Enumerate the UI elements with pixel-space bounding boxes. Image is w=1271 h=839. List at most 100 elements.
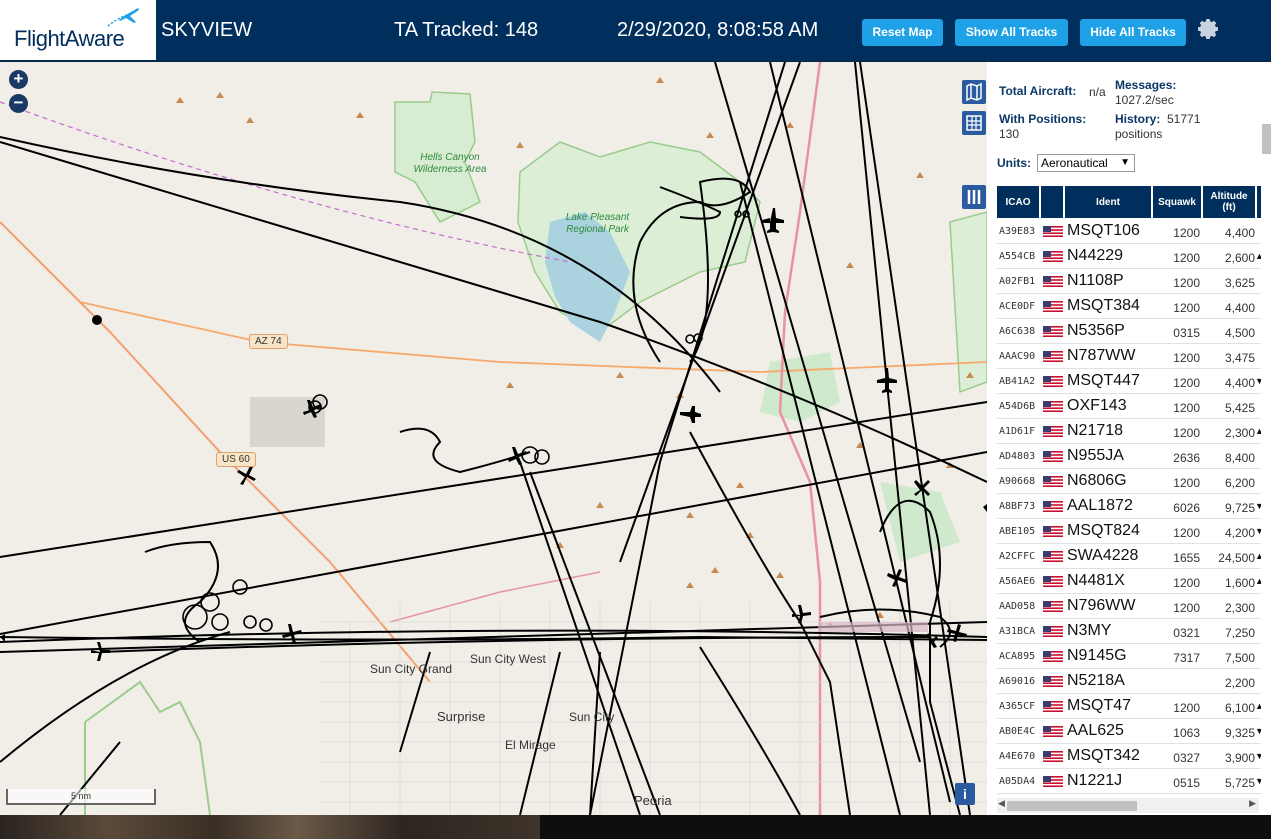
table-row[interactable]: ACA895 N9145G 7317 7,500 [997,644,1261,669]
squawk-cell: 1200 [1173,226,1200,240]
us-flag-icon [1043,351,1063,362]
scroll-left-icon[interactable]: ◀ [998,798,1005,809]
table-row[interactable]: A2CFFC SWA4228 1655 24,500 ▲ [997,544,1261,569]
icao-cell: A554CB [999,251,1036,262]
horizontal-scroll-thumb[interactable] [1007,801,1137,811]
col-ident[interactable]: Ident [1065,186,1151,218]
gear-icon[interactable] [1197,17,1221,41]
sun-city-west-label: Sun City West [470,652,546,666]
table-row[interactable]: A31BCA N3MY 0321 7,250 [997,619,1261,644]
altitude-cell: 8,400 [1224,451,1255,465]
table-row[interactable]: A05DA4 N1221J 0515 5,725 ▼ [997,769,1261,794]
altitude-cell: 2,300 [1224,601,1255,615]
table-row[interactable]: A8BF73 AAL1872 6026 9,725 ▼ [997,494,1261,519]
map-base-layer [0,62,987,815]
table-row[interactable]: A56AE6 N4481X 1200 1,600 ▲ [997,569,1261,594]
table-row[interactable]: A4E670 MSQT342 0327 3,900 ▼ [997,744,1261,769]
horizontal-scrollbar[interactable]: ◀ ▶ [997,798,1259,813]
table-row[interactable]: A39E83 MSQT106 1200 4,400 [997,219,1261,244]
us-flag-icon [1043,326,1063,337]
with-positions-label: With Positions: [999,112,1087,126]
col-altitude[interactable]: Altitude (ft) [1203,186,1255,218]
icao-cell: A4E670 [999,751,1036,762]
altitude-cell: 2,600 [1224,251,1255,265]
map-canvas[interactable]: Hells Canyon Wilderness Area Lake Pleasa… [0,62,987,815]
table-row[interactable]: A69016 N5218A 2,200 [997,669,1261,694]
table-row[interactable]: A365CF MSQT47 1200 6,100 ▲ [997,694,1261,719]
us-flag-icon [1043,276,1063,287]
table-row[interactable]: AB41A2 MSQT447 1200 4,400 ▼ [997,369,1261,394]
sun-city-grand-label: Sun City Grand [370,662,453,676]
ident-cell: N44229 [1067,247,1124,264]
altitude-cell: 3,475 [1224,351,1255,365]
table-row[interactable]: A02FB1 N1108P 1200 3,625 [997,269,1261,294]
columns-toggle-button[interactable] [962,185,986,209]
vertical-scroll-thumb[interactable] [1262,124,1271,154]
squawk-cell: 1063 [1173,726,1200,740]
table-row[interactable]: A90668 N6806G 1200 6,200 [997,469,1261,494]
units-select-value: Aeronautical [1041,156,1108,170]
squawk-cell: 1200 [1173,376,1200,390]
aircraft-table-body: A39E83 MSQT106 1200 4,400 A554CB N44229 1200 2,… [997,219,1261,797]
col-squawk[interactable]: Squawk [1153,186,1201,218]
altitude-cell: 5,725 [1224,776,1255,790]
table-row[interactable]: AAD058 N796WW 1200 2,300 [997,594,1261,619]
units-select[interactable]: Aeronautical ▼ [1037,154,1135,172]
icao-cell: A39E83 [999,226,1036,237]
grid-toggle-button[interactable] [962,111,986,135]
table-row[interactable]: AAAC90 N787WW 1200 3,475 [997,344,1261,369]
table-row[interactable]: A554CB N44229 1200 2,600 ▲ [997,244,1261,269]
table-row[interactable]: ABE105 MSQT824 1200 4,200 ▼ [997,519,1261,544]
sun-city-label: Sun City [569,710,615,724]
map-icon [966,82,982,102]
icao-cell: ABE105 [999,526,1036,537]
squawk-cell: 0327 [1173,751,1200,765]
aircraft-sidebar: Total Aircraft: n/a Messages: 1027.2/sec… [987,62,1271,815]
map-scale-bar: 5 nm [6,789,156,805]
altitude-cell: 4,400 [1224,226,1255,240]
icao-cell: A31BCA [999,626,1036,637]
info-button[interactable]: i [955,783,975,805]
altitude-cell: 5,425 [1224,401,1255,415]
ident-cell: N4481X [1067,572,1125,589]
us-flag-icon [1043,676,1063,687]
header-bar: FlightAware SKYVIEW TA Tracked: 148 2/29… [0,0,1271,62]
table-row[interactable]: A54D6B OXF143 1200 5,425 [997,394,1261,419]
icao-cell: A02FB1 [999,276,1036,287]
logo-plane-icon [107,8,139,27]
hide-all-tracks-button[interactable]: Hide All Tracks [1080,19,1186,46]
lake-pleasant-label: Lake Pleasant Regional Park [565,212,630,235]
col-icao[interactable]: ICAO [997,186,1039,218]
zoom-in-button[interactable]: + [9,70,28,89]
table-row[interactable]: A6C638 N5356P 0315 4,500 [997,319,1261,344]
us-flag-icon [1043,376,1063,387]
altitude-trend-icon: ▲ [1255,701,1261,711]
squawk-cell: 1200 [1173,401,1200,415]
ident-cell: N3MY [1067,622,1112,639]
icao-cell: A365CF [999,701,1036,712]
altitude-cell: 3,900 [1224,751,1255,765]
us-flag-icon [1043,426,1063,437]
table-row[interactable]: A1D61F N21718 1200 2,300 ▲ [997,419,1261,444]
ident-cell: MSQT447 [1067,372,1140,389]
ident-cell: N21718 [1067,422,1124,439]
flightaware-logo[interactable]: FlightAware [0,0,156,60]
icao-cell: A54D6B [999,401,1036,412]
zoom-out-button[interactable]: − [9,94,28,113]
altitude-trend-icon: ▼ [1255,376,1261,386]
total-aircraft-value: n/a [1089,85,1106,99]
table-row[interactable]: AD4803 N955JA 2636 8,400 [997,444,1261,469]
ident-cell: N1108P [1067,272,1124,289]
reset-map-button[interactable]: Reset Map [862,19,943,46]
table-row[interactable]: ACE0DF MSQT384 1200 4,400 [997,294,1261,319]
ident-cell: N9145G [1067,647,1127,664]
icao-cell: AAAC90 [999,351,1036,362]
icao-cell: A05DA4 [999,776,1036,787]
app-title: SKYVIEW [161,19,253,41]
col-flag[interactable] [1041,186,1063,218]
bottom-strip [0,815,1271,839]
scroll-right-icon[interactable]: ▶ [1249,798,1256,809]
table-row[interactable]: AB0E4C AAL625 1063 9,325 ▼ [997,719,1261,744]
map-layer-button[interactable] [962,80,986,104]
show-all-tracks-button[interactable]: Show All Tracks [955,19,1068,46]
